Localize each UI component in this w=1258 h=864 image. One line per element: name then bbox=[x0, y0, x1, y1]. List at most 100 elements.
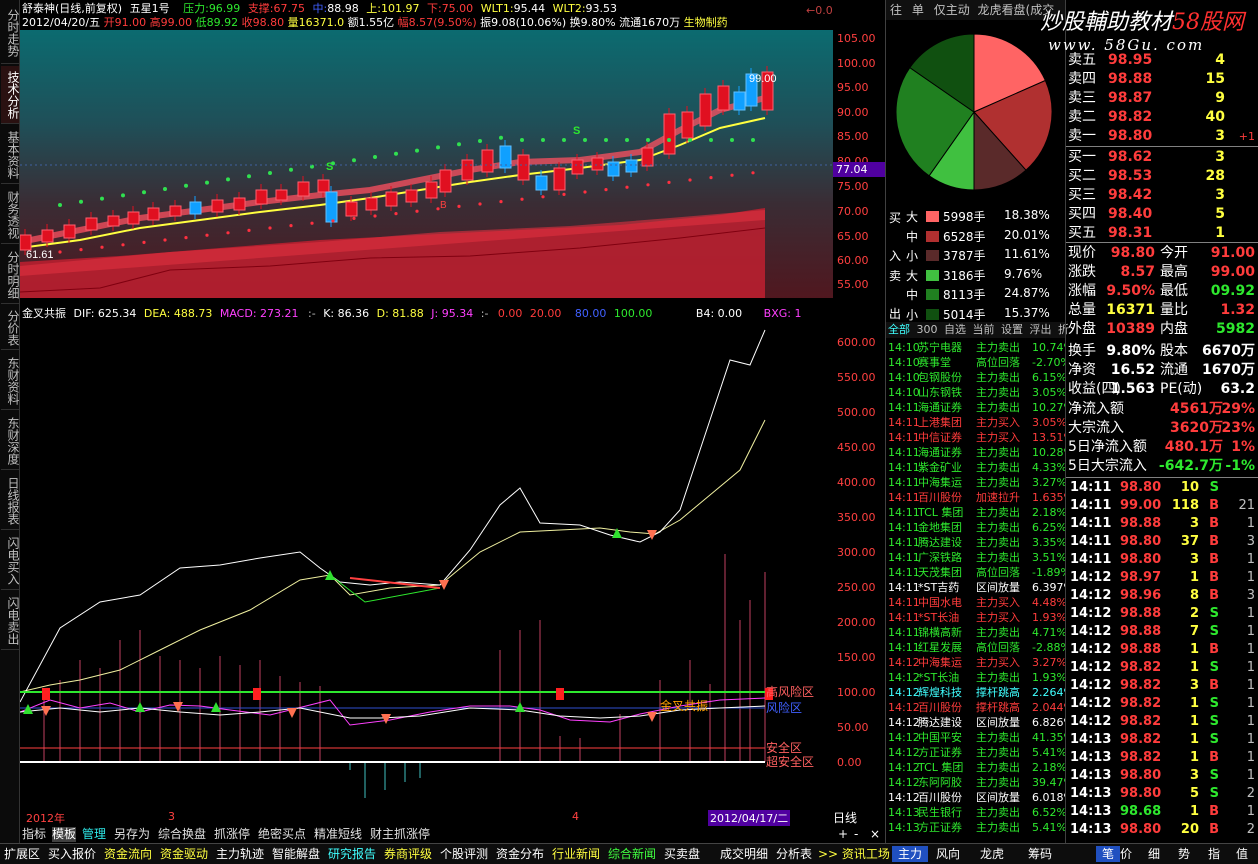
alert-row[interactable]: 14:12 *ST长油 主力卖出 1.93% bbox=[886, 670, 1066, 685]
alert-row[interactable]: 14:13 方正证券 主力卖出 5.41% bbox=[886, 820, 1066, 835]
zoom-in-button[interactable]: + bbox=[838, 827, 848, 842]
bottom-tab-11[interactable]: 综合新闻 bbox=[608, 846, 656, 862]
indicator-name[interactable]: 金叉共振 bbox=[22, 307, 66, 320]
alert-row[interactable]: 14:12 方正证券 主力卖出 5.41% bbox=[886, 745, 1066, 760]
tab-boss-limit-up[interactable]: 财主抓涨停 bbox=[370, 827, 430, 842]
alert-row[interactable]: 14:11百川股份 加速拉升 1.635% bbox=[886, 490, 1066, 505]
bottom-tab-9[interactable]: 资金分布 bbox=[496, 846, 544, 862]
alert-row[interactable]: 14:11中信证券 主力买入 13.51% bbox=[886, 430, 1066, 445]
news-tab-all[interactable]: 全部 bbox=[888, 323, 910, 336]
bottom-tab-23[interactable]: 势 bbox=[1178, 846, 1190, 862]
alert-row[interactable]: 14:11*ST吉药 区间放量 6.397% bbox=[886, 580, 1066, 595]
candlestick-chart-area[interactable]: 99.00 61.61 S S B bbox=[20, 30, 833, 298]
alert-row[interactable]: 14:12百川股份 撑杆跳高 2.044% bbox=[886, 700, 1066, 715]
tab-active-only[interactable]: 仅主动 bbox=[934, 3, 970, 17]
sidebar-tab-minute-detail[interactable]: 分时明细 bbox=[1, 246, 19, 304]
alert-row[interactable]: 14:11 广深铁路 主力卖出 3.51% bbox=[886, 550, 1066, 565]
sidebar-tab-daily-report[interactable]: 日线报表 bbox=[1, 472, 19, 530]
tab-limit-up[interactable]: 抓涨停 bbox=[214, 827, 250, 842]
bottom-tab-4[interactable]: 主力轨迹 bbox=[216, 846, 264, 862]
close-panel-button[interactable]: × bbox=[870, 827, 880, 842]
alert-row[interactable]: 14:11 紫金矿业 主力卖出 4.33% bbox=[886, 460, 1066, 475]
news-tab-300[interactable]: 300 bbox=[917, 323, 938, 336]
alert-row[interactable]: 14:11天茂集团 高位回落 -1.89% bbox=[886, 565, 1066, 580]
bottom-tab-12[interactable]: 买卖盘 bbox=[664, 846, 700, 862]
ask-row[interactable]: 卖四 98.88 15 bbox=[1066, 70, 1258, 89]
bottom-tab-17[interactable]: 风向 bbox=[936, 846, 960, 862]
alert-row[interactable]: 14:12辉煌科技 撑杆跳高 2.264% bbox=[886, 685, 1066, 700]
alert-row[interactable]: 14:11 腾达建设 主力卖出 3.35% bbox=[886, 535, 1066, 550]
sidebar-tab-intraday[interactable]: 分时走势 bbox=[1, 2, 19, 64]
bottom-tab-25[interactable]: 值 bbox=[1236, 846, 1248, 862]
bid-row[interactable]: 买四 98.40 5 bbox=[1066, 205, 1258, 224]
bottom-tab-8[interactable]: 个股评测 bbox=[440, 846, 488, 862]
bottom-tab-7[interactable]: 券商评级 bbox=[384, 846, 432, 862]
news-tab-watchlist[interactable]: 自选 bbox=[944, 323, 966, 336]
bottom-tab-20[interactable]: 笔 bbox=[1096, 846, 1121, 862]
bid-row[interactable]: 买二 98.53 28 bbox=[1066, 167, 1258, 186]
news-tab-settings[interactable]: 设置 bbox=[1001, 323, 1023, 336]
bottom-tab-5[interactable]: 智能解盘 bbox=[272, 846, 320, 862]
alert-row[interactable]: 14:10赛事堂 高位回落 -2.70% bbox=[886, 355, 1066, 370]
ask-row[interactable]: 卖三 98.87 9 bbox=[1066, 89, 1258, 108]
bid-row[interactable]: 买五 98.31 1 bbox=[1066, 224, 1258, 243]
alert-row[interactable]: 14:11 锦横高新 主力卖出 4.71% bbox=[886, 625, 1066, 640]
tab-dan[interactable]: 单 bbox=[912, 3, 924, 17]
tab-save-as[interactable]: 另存为 bbox=[114, 827, 150, 842]
bottom-tab-1[interactable]: 买入报价 bbox=[48, 846, 96, 862]
sidebar-tab-em-data[interactable]: 东财资料 bbox=[1, 352, 19, 410]
news-tab-float[interactable]: 浮出 bbox=[1030, 323, 1052, 336]
ask-row[interactable]: 卖二 98.82 40 bbox=[1066, 108, 1258, 127]
alert-row[interactable]: 14:11 *ST长油 主力买入 1.93% bbox=[886, 610, 1066, 625]
tab-turnover[interactable]: 综合换盘 bbox=[158, 827, 206, 842]
bottom-tab-16[interactable]: 主力 bbox=[892, 846, 929, 862]
sidebar-tab-flash-sell[interactable]: 闪电卖出 bbox=[1, 592, 19, 650]
bottom-tab-22[interactable]: 细 bbox=[1148, 846, 1160, 862]
alert-row[interactable]: 14:12 中海集运 主力买入 3.27% bbox=[886, 655, 1066, 670]
tab-secret-buy[interactable]: 绝密买点 bbox=[258, 827, 306, 842]
alert-row[interactable]: 14:12 TCL 集团 主力卖出 2.18% bbox=[886, 760, 1066, 775]
sidebar-tab-basic[interactable]: 基本资料 bbox=[1, 126, 19, 184]
alert-row[interactable]: 14:11 金地集团 主力卖出 6.25% bbox=[886, 520, 1066, 535]
alert-row[interactable]: 14:10 包钢股份 主力卖出 6.15% bbox=[886, 370, 1066, 385]
alert-row[interactable]: 14:12东阿阿胶 主力卖出 39.47% bbox=[886, 775, 1066, 790]
tab-wang[interactable]: 往 bbox=[890, 3, 902, 17]
alert-row[interactable]: 14:11 中海集运 主力卖出 3.27% bbox=[886, 475, 1066, 490]
bottom-tab-13[interactable]: 成交明细 bbox=[720, 846, 768, 862]
bottom-tab-2[interactable]: 资金流向 bbox=[104, 846, 152, 862]
tab-precise-short[interactable]: 精准短线 bbox=[314, 827, 362, 842]
tab-template[interactable]: 模板 bbox=[52, 827, 77, 842]
sidebar-tab-flash-buy[interactable]: 闪电买入 bbox=[1, 532, 19, 590]
alert-row[interactable]: 14:11 上港集团 主力买入 3.05% bbox=[886, 415, 1066, 430]
ask-row[interactable]: 卖一 98.80 3 +1 bbox=[1066, 127, 1258, 146]
bottom-tab-14[interactable]: 分析表 bbox=[776, 846, 812, 862]
alert-row[interactable]: 14:12腾达建设 区间放量 6.826% bbox=[886, 715, 1066, 730]
sidebar-tab-price-table[interactable]: 分价表 bbox=[1, 306, 19, 350]
bottom-tab-15[interactable]: >> 资讯工场 bbox=[818, 846, 890, 862]
alert-row[interactable]: 14:10 山东钢铁 主力卖出 3.05% bbox=[886, 385, 1066, 400]
sidebar-tab-technical[interactable]: 技术分析 bbox=[1, 66, 19, 124]
alert-row[interactable]: 14:11海通证券 主力卖出 10.28% bbox=[886, 445, 1066, 460]
alert-row[interactable]: 14:11红星发展 高位回落 -2.88% bbox=[886, 640, 1066, 655]
tab-manage[interactable]: 管理 bbox=[82, 827, 106, 842]
tab-indicator[interactable]: 指标 bbox=[22, 827, 46, 842]
alert-row[interactable]: 14:11 中国水电 主力买入 4.48% bbox=[886, 595, 1066, 610]
bid-row[interactable]: 买一 98.62 3 bbox=[1066, 148, 1258, 167]
alert-row[interactable]: 14:12百川股份 区间放量 6.018% bbox=[886, 790, 1066, 805]
alert-row[interactable]: 14:10苏宁电器 主力卖出 10.74% bbox=[886, 340, 1066, 355]
bottom-tab-6[interactable]: 研究报告 bbox=[328, 846, 376, 862]
alert-row[interactable]: 14:13 民生银行 主力卖出 6.52% bbox=[886, 805, 1066, 820]
bottom-tab-24[interactable]: 指 bbox=[1208, 846, 1220, 862]
news-tab-current[interactable]: 当前 bbox=[973, 323, 995, 336]
bottom-tab-19[interactable]: 筹码 bbox=[1028, 846, 1052, 862]
sidebar-tab-em-depth[interactable]: 东财深度 bbox=[1, 412, 19, 470]
bottom-tab-10[interactable]: 行业新闻 bbox=[552, 846, 600, 862]
alert-row[interactable]: 14:11海通证券 主力卖出 10.27% bbox=[886, 400, 1066, 415]
bid-row[interactable]: 买三 98.42 3 bbox=[1066, 186, 1258, 205]
alert-row[interactable]: 14:11 TCL 集团 主力卖出 2.18% bbox=[886, 505, 1066, 520]
alert-row[interactable]: 14:12中国平安 主力卖出 41.35% bbox=[886, 730, 1066, 745]
bottom-tab-18[interactable]: 龙虎 bbox=[980, 846, 1004, 862]
zoom-out-button[interactable]: - bbox=[854, 827, 858, 842]
bottom-tab-3[interactable]: 资金驱动 bbox=[160, 846, 208, 862]
indicator-chart-area[interactable]: 高风险区 风险区 安全区 超安全区 金叉共振 bbox=[20, 320, 833, 825]
